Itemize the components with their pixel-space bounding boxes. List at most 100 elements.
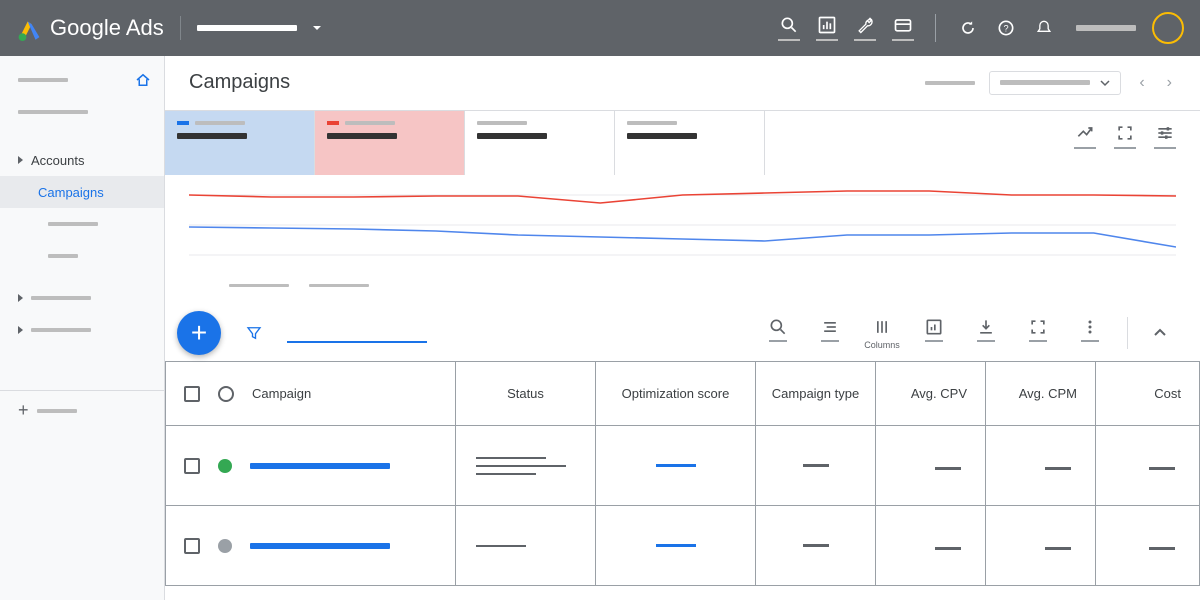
row-checkbox[interactable]: [184, 538, 200, 554]
reports-button[interactable]: [811, 8, 843, 48]
sidebar-item[interactable]: [0, 208, 164, 240]
col-campaign[interactable]: Campaign: [252, 386, 311, 401]
status-dot-enabled[interactable]: [218, 459, 232, 473]
chevron-down-icon: [311, 22, 323, 34]
plus-icon: +: [18, 400, 29, 421]
caret-right-icon: [18, 156, 23, 164]
avg-cpm-cell: [1045, 547, 1071, 550]
col-cost[interactable]: Cost: [1154, 386, 1181, 401]
table-row[interactable]: [166, 426, 1200, 506]
cost-cell: [1149, 467, 1175, 470]
status-cell: [476, 545, 575, 547]
svg-text:?: ?: [1003, 23, 1008, 33]
performance-chart: [189, 175, 1176, 305]
col-optimization[interactable]: Optimization score: [622, 386, 730, 401]
next-button[interactable]: ›: [1163, 74, 1176, 92]
sidebar-accounts[interactable]: Accounts: [0, 144, 164, 176]
col-avg-cpm[interactable]: Avg. CPM: [1019, 386, 1077, 401]
metric-card-4[interactable]: [615, 111, 765, 175]
billing-button[interactable]: [887, 8, 919, 48]
download-button[interactable]: [965, 317, 1007, 342]
columns-icon: [872, 317, 892, 337]
expand-icon: [1028, 317, 1048, 337]
campaign-type-cell: [803, 464, 829, 467]
status-cell: [476, 457, 575, 475]
campaign-name-link[interactable]: [250, 543, 390, 549]
expand-table-button[interactable]: [1017, 317, 1059, 342]
expand-chart-button[interactable]: [1114, 123, 1136, 175]
bell-icon: [1034, 18, 1054, 38]
segment-icon: [820, 317, 840, 337]
header-separator: [935, 14, 936, 42]
help-icon: ?: [996, 18, 1016, 38]
adjust-chart-button[interactable]: [1154, 123, 1176, 175]
sidebar-item[interactable]: [0, 96, 164, 128]
collapse-chart-button[interactable]: [1144, 317, 1176, 349]
notifications-button[interactable]: [1028, 8, 1060, 48]
tools-button[interactable]: [849, 8, 881, 48]
sidebar-item[interactable]: [0, 240, 164, 272]
sidebar-add[interactable]: +: [0, 390, 164, 430]
user-avatar[interactable]: [1152, 12, 1184, 44]
col-type[interactable]: Campaign type: [772, 386, 859, 401]
sidebar-item[interactable]: [0, 314, 164, 346]
logo-group: Google Ads: [16, 15, 164, 41]
sidebar-item[interactable]: [0, 282, 164, 314]
filter-input[interactable]: [287, 323, 427, 343]
table-header-row: Campaign Status Optimization score Campa…: [166, 362, 1200, 426]
view-selector[interactable]: ‹ ›: [925, 71, 1176, 95]
select-all-checkbox[interactable]: [184, 386, 200, 402]
optimization-score-cell[interactable]: [656, 544, 696, 547]
search-icon: [779, 15, 799, 35]
table-row[interactable]: [166, 506, 1200, 586]
more-vert-icon: [1080, 317, 1100, 337]
product-name: Google Ads: [50, 15, 164, 41]
trend-icon: [1075, 123, 1095, 143]
chart-type-button[interactable]: [1074, 123, 1096, 175]
campaign-name-link[interactable]: [250, 463, 390, 469]
more-button[interactable]: [1069, 317, 1111, 342]
search-icon: [768, 317, 788, 337]
sidebar-campaigns-label: Campaigns: [38, 185, 104, 200]
avg-cpv-cell: [935, 547, 961, 550]
sidebar-accounts-label: Accounts: [31, 153, 84, 168]
metric-card-2[interactable]: [315, 111, 465, 175]
campaigns-table: Campaign Status Optimization score Campa…: [165, 361, 1200, 586]
cost-cell: [1149, 547, 1175, 550]
refresh-icon: [958, 18, 978, 38]
new-campaign-button[interactable]: +: [177, 311, 221, 355]
refresh-button[interactable]: [952, 8, 984, 48]
app-header: Google Ads ?: [0, 0, 1200, 56]
prev-button[interactable]: ‹: [1135, 74, 1148, 92]
metric-card-1[interactable]: [165, 111, 315, 175]
avg-cpm-cell: [1045, 467, 1071, 470]
chevron-up-icon: [1152, 325, 1168, 341]
columns-button[interactable]: Columns: [861, 317, 903, 350]
wrench-icon: [855, 15, 875, 35]
caret-right-icon: [18, 294, 23, 302]
home-icon: [134, 71, 152, 89]
optimization-score-cell[interactable]: [656, 464, 696, 467]
google-ads-logo-icon: [16, 15, 42, 41]
filter-icon[interactable]: [245, 324, 263, 342]
sidebar-campaigns[interactable]: Campaigns: [0, 176, 164, 208]
row-checkbox[interactable]: [184, 458, 200, 474]
col-status[interactable]: Status: [507, 386, 544, 401]
help-button[interactable]: ?: [990, 8, 1022, 48]
col-avg-cpv[interactable]: Avg. CPV: [911, 386, 967, 401]
credit-card-icon: [893, 15, 913, 35]
status-dot-paused[interactable]: [218, 539, 232, 553]
metric-scorecards: [165, 110, 1200, 175]
account-selector[interactable]: [197, 22, 323, 34]
status-filter-radio[interactable]: [218, 386, 234, 402]
search-button[interactable]: [773, 8, 805, 48]
sidebar-overview[interactable]: [0, 64, 164, 96]
metric-card-3[interactable]: [465, 111, 615, 175]
bar-chart-icon: [924, 317, 944, 337]
reports-button[interactable]: [913, 317, 955, 342]
download-icon: [976, 317, 996, 337]
segment-button[interactable]: [809, 317, 851, 342]
expand-icon: [1115, 123, 1135, 143]
main-content: Campaigns ‹ ›: [165, 56, 1200, 600]
table-search-button[interactable]: [757, 317, 799, 342]
